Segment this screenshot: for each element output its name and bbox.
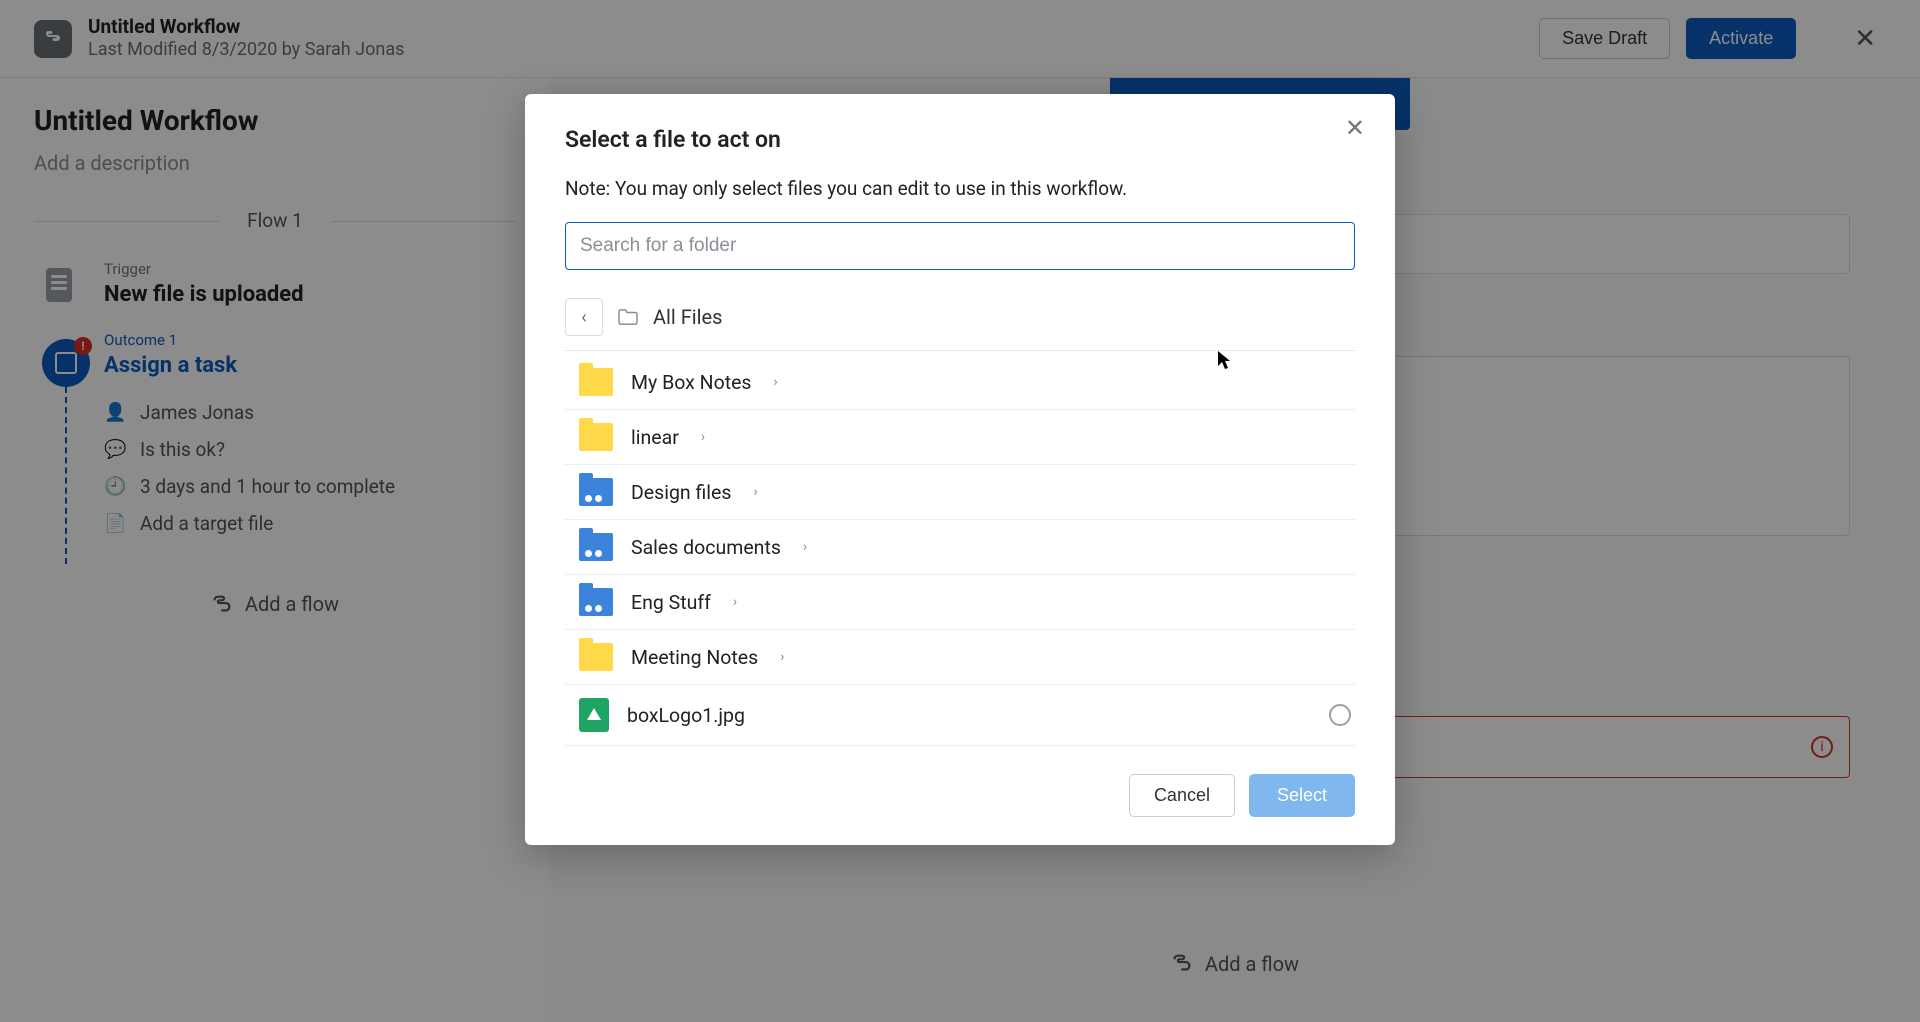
select-button[interactable]: Select <box>1249 774 1355 817</box>
chevron-right-icon: › <box>753 484 757 500</box>
folder-row[interactable]: Sales documents › <box>565 520 1355 575</box>
chevron-right-icon: › <box>803 539 807 555</box>
folder-icon <box>579 643 613 671</box>
item-name: linear <box>631 426 679 449</box>
folder-outline-icon <box>617 308 639 326</box>
folder-icon <box>579 588 613 616</box>
folder-row[interactable]: Design files › <box>565 465 1355 520</box>
item-name: Design files <box>631 481 731 504</box>
folder-search-input[interactable] <box>565 222 1355 270</box>
item-name: Eng Stuff <box>631 591 711 614</box>
file-picker-modal: ✕ Select a file to act on Note: You may … <box>525 94 1395 845</box>
folder-icon <box>579 478 613 506</box>
item-name: Meeting Notes <box>631 646 758 669</box>
modal-overlay[interactable]: ✕ Select a file to act on Note: You may … <box>0 0 1920 1022</box>
folder-row[interactable]: My Box Notes › <box>565 355 1355 410</box>
folder-icon <box>579 533 613 561</box>
folder-row[interactable]: linear › <box>565 410 1355 465</box>
folder-row[interactable]: Eng Stuff › <box>565 575 1355 630</box>
cancel-button[interactable]: Cancel <box>1129 774 1235 817</box>
chevron-right-icon: › <box>774 374 778 390</box>
item-name: My Box Notes <box>631 371 752 394</box>
file-row[interactable]: boxLogo1.jpg <box>565 685 1355 746</box>
breadcrumb-back-button[interactable]: ‹ <box>565 298 603 336</box>
image-file-icon <box>579 698 609 732</box>
item-name: boxLogo1.jpg <box>627 704 745 727</box>
select-radio[interactable] <box>1329 704 1351 726</box>
chevron-right-icon: › <box>780 649 784 665</box>
chevron-right-icon: › <box>701 429 705 445</box>
folder-icon <box>579 423 613 451</box>
item-name: Sales documents <box>631 536 781 559</box>
modal-note: Note: You may only select files you can … <box>565 177 1355 200</box>
breadcrumb-label[interactable]: All Files <box>653 305 722 329</box>
close-modal-icon[interactable]: ✕ <box>1337 112 1373 144</box>
chevron-right-icon: › <box>733 594 737 610</box>
modal-title: Select a file to act on <box>565 126 1355 153</box>
breadcrumb-row: ‹ All Files <box>565 292 1355 351</box>
file-list: My Box Notes›linear›Design files›Sales d… <box>565 355 1355 746</box>
folder-row[interactable]: Meeting Notes › <box>565 630 1355 685</box>
folder-icon <box>579 368 613 396</box>
